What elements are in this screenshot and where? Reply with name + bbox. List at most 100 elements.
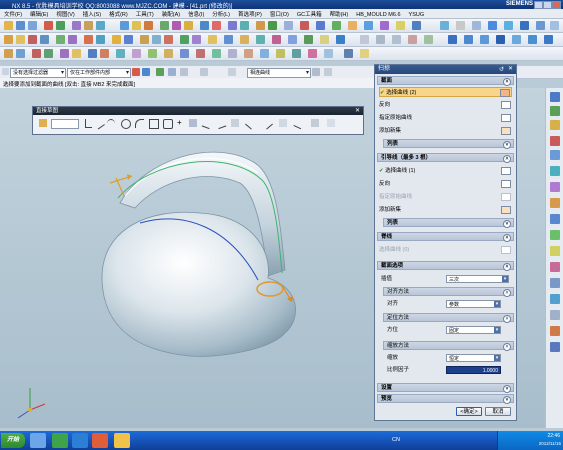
history-icon[interactable] — [550, 182, 560, 192]
more-icon[interactable] — [550, 21, 559, 30]
section-list-header[interactable]: 列表 ˅ — [383, 139, 514, 149]
process-studio-icon[interactable] — [550, 214, 560, 224]
circle-icon[interactable] — [121, 119, 131, 129]
intersect-icon[interactable] — [112, 35, 121, 44]
tool-trim-icon[interactable] — [528, 35, 537, 44]
maximize-button[interactable] — [543, 1, 552, 9]
arc-icon[interactable] — [28, 35, 37, 44]
sketch-icon[interactable] — [120, 21, 129, 30]
assembly-navigator-icon[interactable] — [360, 49, 369, 58]
menu-help[interactable]: 帮助(H) — [326, 9, 353, 18]
through-curves-icon[interactable] — [152, 35, 161, 44]
body-rule-icon[interactable] — [180, 68, 188, 76]
section-header[interactable]: 截面 ˄ — [377, 76, 514, 86]
scaling-select[interactable]: 恒定 — [446, 354, 501, 362]
menu-insert[interactable]: 插入(S) — [79, 9, 105, 18]
delete-icon[interactable] — [244, 49, 253, 58]
rotate-icon[interactable] — [472, 21, 481, 30]
orient-view-icon[interactable] — [520, 21, 529, 30]
curve-select-icon[interactable] — [500, 89, 510, 97]
feature-icon[interactable] — [156, 68, 164, 76]
studio-surface-icon[interactable] — [208, 35, 217, 44]
wcs-rotate-icon[interactable] — [180, 49, 189, 58]
copy-object-icon[interactable] — [292, 49, 301, 58]
fillet-icon[interactable] — [135, 119, 144, 128]
extend-icon[interactable] — [215, 117, 227, 130]
start-button[interactable]: 开始 — [1, 433, 25, 448]
menu-preferences[interactable]: 首选项(P) — [234, 9, 266, 18]
alignment-group[interactable]: 对齐方法 ˄ — [383, 287, 514, 297]
close-button[interactable] — [552, 1, 561, 9]
point-type-icon[interactable] — [200, 68, 208, 76]
settings-header[interactable]: 设置 ˅ — [377, 383, 514, 393]
media-icon[interactable] — [92, 433, 108, 448]
wireframe-icon[interactable] — [504, 21, 513, 30]
tool-block-icon[interactable] — [512, 35, 521, 44]
display-icon[interactable] — [550, 342, 560, 352]
system-scene-icon[interactable] — [550, 246, 560, 256]
blend-icon[interactable] — [184, 21, 193, 30]
assembly-navigator-icon[interactable] — [550, 92, 560, 102]
section-reverse[interactable]: 反向 — [379, 100, 512, 110]
expression-icon[interactable] — [324, 49, 333, 58]
swept-icon[interactable] — [180, 35, 189, 44]
view-fit-icon[interactable] — [440, 21, 449, 30]
trim-icon[interactable] — [201, 117, 213, 130]
datum-axis-icon[interactable] — [240, 21, 249, 30]
expand-icon[interactable]: ˅ — [503, 385, 511, 393]
bounded-plane-icon[interactable] — [304, 35, 313, 44]
show-hide-icon[interactable] — [88, 49, 97, 58]
edit-object-icon[interactable] — [228, 49, 237, 58]
offset-curve-icon[interactable] — [124, 35, 133, 44]
menu-view[interactable]: 视图(V) — [52, 9, 78, 18]
move-face-icon[interactable] — [364, 21, 373, 30]
alignment-select[interactable]: 参数 — [446, 300, 501, 308]
layers-icon[interactable] — [550, 310, 560, 320]
trim-icon[interactable] — [284, 21, 293, 30]
measure-angle-icon[interactable] — [16, 49, 25, 58]
extrude-icon[interactable] — [132, 21, 141, 30]
chamfer-icon[interactable] — [200, 21, 209, 30]
invert-show-icon[interactable] — [116, 49, 125, 58]
n-sided-icon[interactable] — [192, 35, 201, 44]
save-icon[interactable] — [28, 21, 37, 30]
divide-face-icon[interactable] — [288, 35, 297, 44]
menu-assembly[interactable]: 装配(A) — [158, 9, 184, 18]
pattern-icon[interactable] — [256, 21, 265, 30]
preview-header[interactable]: 预览 ˅ — [377, 394, 514, 404]
tools-icon[interactable] — [550, 326, 560, 336]
face-rule-icon[interactable] — [168, 68, 176, 76]
snap-point-icon[interactable] — [360, 35, 369, 44]
tool-sphere-icon[interactable] — [496, 35, 505, 44]
reverse-direction-icon[interactable] — [501, 180, 511, 188]
object-display-icon[interactable] — [212, 49, 221, 58]
sketch-curve-icon[interactable] — [4, 35, 13, 44]
bridge-icon[interactable] — [84, 35, 93, 44]
guide-list-header[interactable]: 列表 ˅ — [383, 218, 514, 228]
close-icon[interactable]: ✕ — [355, 107, 360, 114]
zoom-icon[interactable] — [456, 21, 465, 30]
revolve-icon[interactable] — [144, 21, 153, 30]
system-materials-icon[interactable] — [550, 198, 560, 208]
auto-constraint-icon[interactable] — [279, 119, 287, 127]
open-icon[interactable] — [16, 21, 25, 30]
copy-icon[interactable] — [84, 21, 93, 30]
offset-icon[interactable] — [189, 119, 197, 127]
polygon-icon[interactable] — [163, 119, 173, 129]
show-constraints-icon[interactable] — [293, 117, 305, 130]
clock-date[interactable]: 2012/11/15 — [539, 441, 561, 446]
ruled-icon[interactable] — [140, 35, 149, 44]
wcs-display-icon[interactable] — [196, 49, 205, 58]
dimension-icon[interactable] — [245, 117, 257, 130]
measure-distance-icon[interactable] — [4, 49, 13, 58]
group-icon[interactable] — [308, 49, 317, 58]
roles-icon[interactable] — [550, 230, 560, 240]
constraint-icon[interactable] — [261, 117, 273, 130]
center-icon[interactable] — [408, 35, 417, 44]
shell-icon[interactable] — [212, 21, 221, 30]
collapse-icon[interactable]: ˄ — [503, 78, 511, 86]
offset-icon[interactable] — [300, 21, 309, 30]
mirror-icon[interactable] — [268, 21, 277, 30]
datum-plane-icon[interactable] — [228, 21, 237, 30]
silhouette-icon[interactable] — [320, 35, 329, 44]
